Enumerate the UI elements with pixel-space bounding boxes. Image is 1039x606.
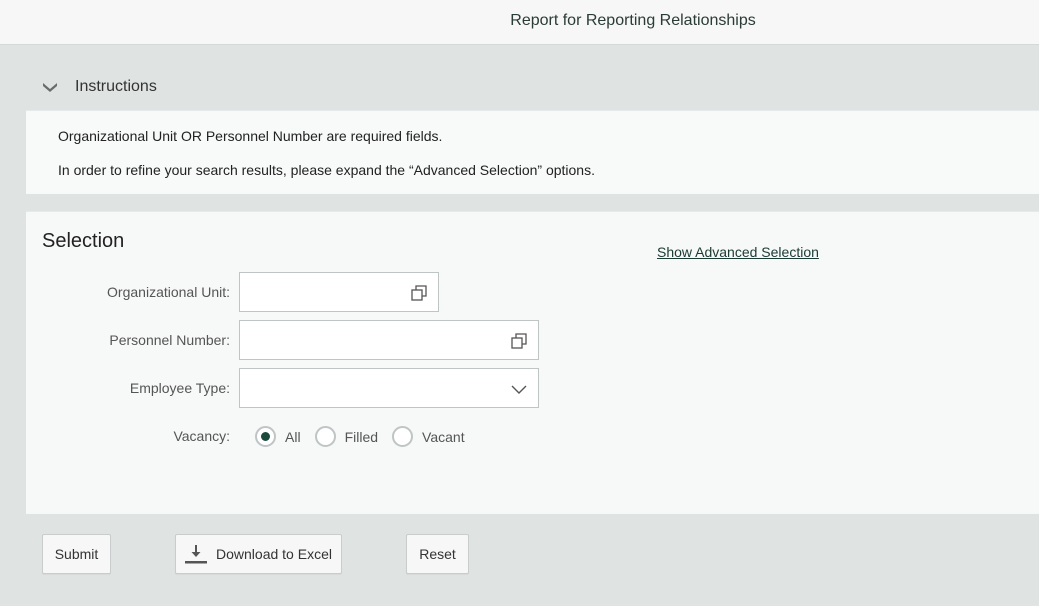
page-title: Report for Reporting Relationships (510, 12, 756, 29)
radio-button[interactable] (392, 426, 414, 447)
radio-label: Vacant (422, 428, 465, 445)
download-to-excel-button[interactable]: Download to Excel (175, 534, 342, 574)
chevron-down-icon[interactable] (510, 380, 528, 398)
org-unit-input[interactable] (240, 273, 438, 311)
value-help-icon[interactable] (410, 284, 428, 302)
chevron-down-icon[interactable] (42, 81, 58, 93)
radio-label: Filled (344, 428, 379, 445)
personnel-number-input[interactable] (240, 321, 538, 359)
shell-header: Report for Reporting Relationships (0, 0, 1039, 45)
instruction-line: In order to refine your search results, … (58, 162, 595, 178)
instructions-panel-header[interactable]: Instructions (26, 68, 1039, 106)
selection-panel: Selection Show Advanced Selection Organi… (26, 211, 1039, 514)
submit-button[interactable]: Submit (42, 534, 111, 574)
employee-type-select[interactable] (239, 368, 539, 408)
show-advanced-selection-link[interactable]: Show Advanced Selection (657, 244, 819, 260)
instruction-line: Organizational Unit OR Personnel Number … (58, 128, 443, 144)
vacancy-radio-vacant[interactable]: Vacant (392, 426, 465, 447)
vacancy-label: Vacancy: (173, 428, 230, 444)
personnel-number-label: Personnel Number: (109, 332, 230, 348)
download-label: Download to Excel (216, 546, 332, 562)
personnel-number-field[interactable] (239, 320, 539, 360)
org-unit-field[interactable] (239, 272, 439, 312)
org-unit-label: Organizational Unit: (107, 284, 230, 300)
radio-button-checked[interactable] (255, 426, 276, 447)
vacancy-radio-group: All Filled Vacant (255, 426, 479, 447)
reset-button[interactable]: Reset (406, 534, 469, 574)
value-help-icon[interactable] (510, 332, 528, 350)
instructions-title: Instructions (75, 78, 157, 95)
selection-title: Selection (42, 230, 125, 252)
employee-type-input[interactable] (240, 369, 538, 407)
download-icon (185, 545, 208, 564)
radio-label: All (285, 428, 301, 445)
radio-button[interactable] (314, 426, 336, 447)
instructions-content: Organizational Unit OR Personnel Number … (26, 110, 1039, 194)
vacancy-radio-all[interactable]: All (255, 426, 301, 447)
vacancy-radio-filled[interactable]: Filled (314, 426, 379, 447)
employee-type-label: Employee Type: (129, 380, 230, 396)
